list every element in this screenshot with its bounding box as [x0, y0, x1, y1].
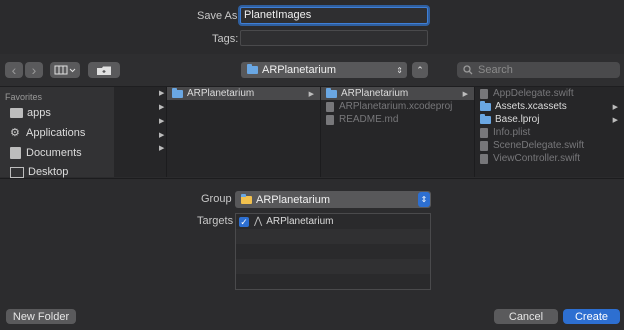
- list-item: ViewController.swift: [475, 152, 624, 165]
- item-label: Base.lproj: [495, 114, 540, 125]
- disclosure-arrow-icon: ▶: [612, 117, 618, 124]
- tags-label: Tags:: [212, 33, 239, 45]
- browser-column-3: AppDelegate.swift Assets.xcassets ▶ Base…: [475, 87, 624, 177]
- item-label: README.md: [339, 114, 399, 125]
- disclosure-arrow-icon: ▶: [159, 90, 165, 97]
- swift-file-icon: [480, 153, 488, 164]
- disclosure-arrow-icon: ▶: [159, 145, 165, 152]
- forward-button[interactable]: ›: [25, 62, 43, 78]
- disclosure-arrow-icon: ▶: [159, 132, 165, 139]
- tags-field[interactable]: [240, 30, 428, 46]
- sidebar-item-label: apps: [27, 107, 51, 119]
- search-icon: [463, 65, 473, 75]
- targets-label: Targets: [197, 215, 234, 227]
- folder-icon: [326, 87, 337, 98]
- chevron-left-icon: ‹: [11, 62, 17, 78]
- search-field[interactable]: Search: [457, 62, 620, 78]
- item-label: ARPlanetarium: [341, 88, 409, 99]
- disclosure-arrow-icon: ▶: [612, 104, 618, 111]
- disclosure-arrow-icon: ▶: [308, 91, 314, 98]
- browser-column-1: ARPlanetarium ▶: [167, 87, 321, 177]
- columns-view-icon: [54, 65, 76, 75]
- disclosure-arrow-icon: ▶: [159, 104, 165, 111]
- applications-icon: ⚙: [10, 127, 20, 139]
- browser-column-0: ▶ ▶ ▶ ▶ ▶: [114, 87, 167, 177]
- desktop-icon: [10, 166, 24, 178]
- group-value: ARPlanetarium: [256, 193, 330, 206]
- cancel-button[interactable]: Cancel: [494, 309, 558, 324]
- xcodeproj-file-icon: [326, 101, 334, 112]
- target-row[interactable]: ✓ ⋀ ARPlanetarium: [236, 214, 430, 229]
- folder-icon: [480, 100, 491, 111]
- swift-file-icon: [480, 140, 488, 151]
- new-folder-toolbar-button[interactable]: [88, 62, 120, 78]
- file-icon: [480, 127, 488, 138]
- sidebar-item-label: Documents: [26, 147, 82, 159]
- item-label: SceneDelegate.swift: [493, 140, 585, 151]
- sidebar-item-applications[interactable]: ⚙ Applications: [10, 127, 85, 139]
- swift-file-icon: [480, 88, 488, 99]
- browser-column-2: ARPlanetarium ▶ ARPlanetarium.xcodeproj …: [321, 87, 475, 177]
- list-item[interactable]: Assets.xcassets ▶: [475, 100, 624, 113]
- documents-icon: [10, 147, 21, 159]
- list-item[interactable]: Base.lproj ▶: [475, 113, 624, 126]
- sidebar-item-documents[interactable]: Documents: [10, 147, 82, 159]
- back-button[interactable]: ‹: [5, 62, 23, 78]
- checkbox-checked-icon[interactable]: ✓: [239, 216, 249, 227]
- folder-icon: [241, 193, 252, 204]
- sidebar-item-apps[interactable]: apps: [10, 107, 51, 119]
- item-label: AppDelegate.swift: [493, 88, 574, 99]
- view-mode-button[interactable]: [50, 62, 80, 78]
- expand-collapse-button[interactable]: ⌃: [412, 62, 428, 78]
- updown-chevron-icon: ⇕: [418, 192, 430, 207]
- create-button[interactable]: Create: [563, 309, 620, 324]
- search-placeholder: Search: [478, 64, 513, 76]
- folder-add-icon: [97, 66, 111, 75]
- sidebar-item-desktop[interactable]: Desktop: [10, 166, 68, 178]
- sidebar-section-favorites: Favorites: [5, 92, 43, 102]
- folder-icon: [172, 87, 183, 98]
- save-as-label: Save As:: [197, 10, 241, 22]
- app-target-icon: ⋀: [254, 216, 263, 227]
- disclosure-arrow-icon: ▶: [462, 91, 468, 98]
- updown-chevron-icon: ⇕: [396, 65, 403, 75]
- file-icon: [326, 114, 334, 125]
- folder-icon: [480, 113, 491, 124]
- group-popup[interactable]: ARPlanetarium ⇕: [235, 191, 431, 208]
- item-label: ViewController.swift: [493, 153, 581, 164]
- list-item: README.md: [321, 113, 474, 126]
- list-item: Info.plist: [475, 126, 624, 139]
- chevron-right-icon: ›: [31, 62, 37, 78]
- folder-icon: [10, 108, 23, 118]
- list-item: SceneDelegate.swift: [475, 139, 624, 152]
- item-label: Assets.xcassets: [495, 101, 567, 112]
- targets-list: ✓ ⋀ ARPlanetarium: [235, 213, 431, 290]
- disclosure-arrow-icon: ▶: [159, 118, 165, 125]
- group-label: Group: [201, 193, 232, 205]
- sidebar-item-label: Desktop: [28, 166, 69, 178]
- item-label: ARPlanetarium: [187, 88, 255, 99]
- sidebar: Favorites apps ⚙ Applications Documents …: [0, 87, 114, 178]
- location-popup[interactable]: ARPlanetarium ⇕: [241, 62, 407, 78]
- list-item: AppDelegate.swift: [475, 87, 624, 100]
- list-item[interactable]: ARPlanetarium ▶: [321, 87, 474, 100]
- new-folder-button[interactable]: New Folder: [6, 309, 76, 324]
- folder-icon: [247, 64, 258, 74]
- item-label: Info.plist: [493, 127, 531, 138]
- location-label: ARPlanetarium: [262, 64, 336, 76]
- list-item[interactable]: ARPlanetarium ▶: [167, 87, 320, 100]
- target-label: ARPlanetarium: [266, 216, 334, 227]
- item-label: ARPlanetarium.xcodeproj: [339, 101, 453, 112]
- save-as-field[interactable]: PlanetImages: [240, 7, 428, 24]
- toolbar: ‹ › ARPlanetarium ⇕ ⌃ Search: [0, 54, 624, 87]
- list-item: ARPlanetarium.xcodeproj: [321, 100, 474, 113]
- sidebar-item-label: Applications: [26, 127, 86, 139]
- chevron-up-icon: ⌃: [416, 64, 424, 75]
